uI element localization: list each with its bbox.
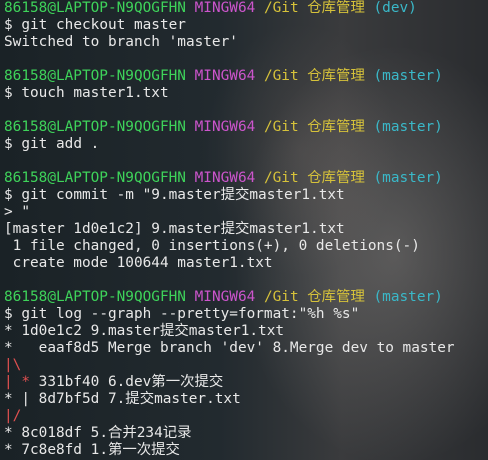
log-line: * 8c018df 5.合并234记录 xyxy=(4,425,484,442)
log-graph: * | xyxy=(4,391,39,407)
prompt-line: 86158@LAPTOP-N9QOGFHN MINGW64 /Git 仓库管理 … xyxy=(4,170,484,187)
log-message: 6.dev第一次提交 xyxy=(107,374,224,390)
prompt-branch: (master) xyxy=(373,119,443,135)
prompt-path: /Git 仓库管理 xyxy=(263,68,365,84)
log-hash: 8c018df xyxy=(21,425,82,441)
log-line: |/ xyxy=(4,408,484,425)
prompt-branch: (dev) xyxy=(373,0,417,16)
log-graph: * xyxy=(4,340,39,356)
prompt-line: 86158@LAPTOP-N9QOGFHN MINGW64 /Git 仓库管理 … xyxy=(4,119,484,136)
output-text: Switched to branch 'master' xyxy=(4,34,238,50)
command-line: $ git commit -m "9.master提交master1.txt xyxy=(4,187,484,204)
prompt-path: /Git 仓库管理 xyxy=(263,289,365,305)
log-graph: |\ xyxy=(4,357,22,373)
output-line: 1 file changed, 0 insertions(+), 0 delet… xyxy=(4,238,484,255)
log-hash: 1d0e1c2 xyxy=(21,323,82,339)
log-message: 1.第一次提交 xyxy=(90,442,180,458)
command-text: git commit -m "9.master提交master1.txt xyxy=(21,187,345,203)
log-message: 5.合并234记录 xyxy=(90,425,192,441)
command-text: git log --graph --pretty=format:"%h %s" xyxy=(21,306,360,322)
log-hash: 7c8e8fd xyxy=(21,442,82,458)
log-hash: eaaf8d5 xyxy=(38,340,100,356)
prompt-branch: (master) xyxy=(373,68,443,84)
log-line: * 1d0e1c2 9.master提交master1.txt xyxy=(4,323,484,340)
prompt-user-host: 86158@LAPTOP-N9QOGFHN xyxy=(4,119,186,135)
prompt-line: 86158@LAPTOP-N9QOGFHN MINGW64 /Git 仓库管理 … xyxy=(4,0,484,17)
output-text: 1 file changed, 0 insertions(+), 0 delet… xyxy=(4,238,420,254)
log-graph: * xyxy=(4,442,22,458)
log-line: * 7c8e8fd 1.第一次提交 xyxy=(4,442,484,459)
prompt-user-host: 86158@LAPTOP-N9QOGFHN xyxy=(4,170,186,186)
prompt-dollar: $ xyxy=(4,136,13,152)
command-text: touch master1.txt xyxy=(21,85,169,101)
prompt-user-host: 86158@LAPTOP-N9QOGFHN xyxy=(4,0,186,16)
continuation-marker: > xyxy=(4,204,13,220)
prompt-dollar: $ xyxy=(4,306,13,322)
output-line: Switched to branch 'master' xyxy=(4,34,484,51)
prompt-dollar: $ xyxy=(4,17,13,33)
continuation-line: > " xyxy=(4,204,484,221)
prompt-path: /Git 仓库管理 xyxy=(263,0,365,16)
prompt-dollar: $ xyxy=(4,85,13,101)
log-line: |\ xyxy=(4,357,484,374)
prompt-user-host: 86158@LAPTOP-N9QOGFHN xyxy=(4,68,186,84)
log-line: * | 8d7bf5d 7.提交master.txt xyxy=(4,391,484,408)
log-message: Merge branch 'dev' 8.Merge dev to master xyxy=(107,340,455,356)
command-text: git checkout master xyxy=(21,17,186,33)
prompt-dollar: $ xyxy=(4,187,13,203)
output-line: create mode 100644 master1.txt xyxy=(4,255,484,272)
prompt-branch: (master) xyxy=(373,170,443,186)
log-graph: |/ xyxy=(4,408,22,424)
prompt-line: 86158@LAPTOP-N9QOGFHN MINGW64 /Git 仓库管理 … xyxy=(4,68,484,85)
prompt-path: /Git 仓库管理 xyxy=(263,170,365,186)
log-message: 7.提交master.txt xyxy=(107,391,241,407)
prompt-branch: (master) xyxy=(373,289,443,305)
prompt-shell: MINGW64 xyxy=(194,170,256,186)
output-line: [master 1d0e1c2] 9.master提交master1.txt xyxy=(4,221,484,238)
prompt-user-host: 86158@LAPTOP-N9QOGFHN xyxy=(4,289,186,305)
output-text: create mode 100644 master1.txt xyxy=(4,255,273,271)
command-text: git add . xyxy=(21,136,100,152)
log-graph: * xyxy=(4,425,22,441)
prompt-shell: MINGW64 xyxy=(194,289,256,305)
log-hash: 8d7bf5d xyxy=(38,391,100,407)
output-text: [master 1d0e1c2] 9.master提交master1.txt xyxy=(4,221,345,237)
prompt-shell: MINGW64 xyxy=(194,119,256,135)
log-graph: * xyxy=(4,323,22,339)
log-line: * eaaf8d5 Merge branch 'dev' 8.Merge dev… xyxy=(4,340,484,357)
command-line: $ git log --graph --pretty=format:"%h %s… xyxy=(4,306,484,323)
prompt-line: 86158@LAPTOP-N9QOGFHN MINGW64 /Git 仓库管理 … xyxy=(4,289,484,306)
log-hash: 331bf40 xyxy=(38,374,100,390)
log-graph: | * xyxy=(4,374,39,390)
command-line: $ git checkout master xyxy=(4,17,484,34)
prompt-shell: MINGW64 xyxy=(194,0,256,16)
continuation-text: " xyxy=(12,204,30,220)
log-line: | * 331bf40 6.dev第一次提交 xyxy=(4,374,484,391)
prompt-path: /Git 仓库管理 xyxy=(263,119,365,135)
prompt-shell: MINGW64 xyxy=(194,68,256,84)
log-message: 9.master提交master1.txt xyxy=(90,323,285,339)
terminal-window[interactable]: 86158@LAPTOP-N9QOGFHN MINGW64 /Git 仓库管理 … xyxy=(0,0,488,460)
command-line: $ touch master1.txt xyxy=(4,85,484,102)
command-line: $ git add . xyxy=(4,136,484,153)
